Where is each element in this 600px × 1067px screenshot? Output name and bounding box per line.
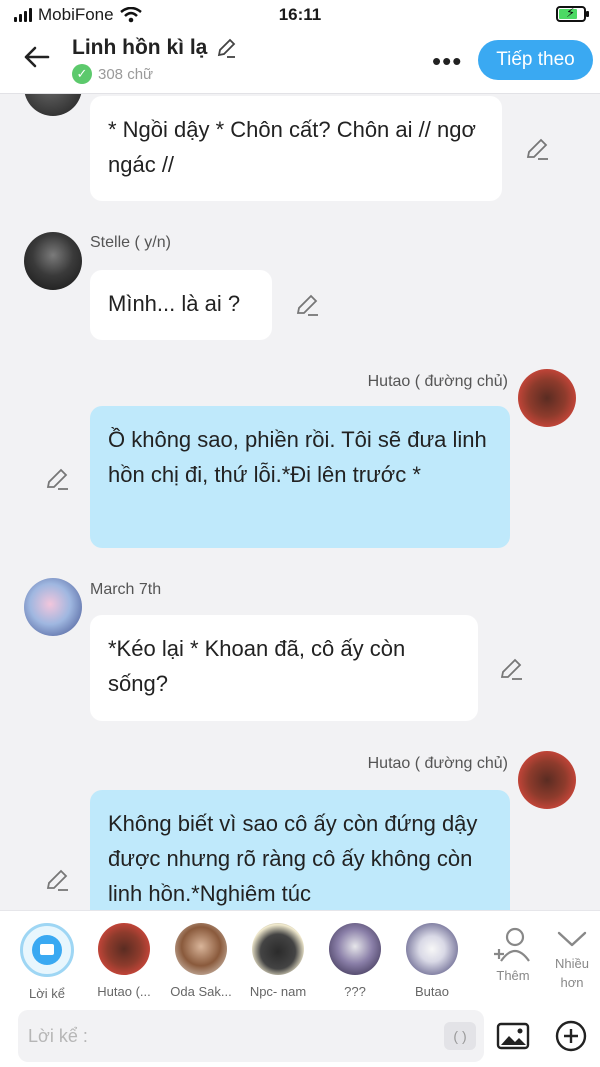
edit-message-icon[interactable] <box>44 466 70 492</box>
character-label: Oda Sak... <box>170 984 232 999</box>
character-hutao[interactable]: Hutao (... <box>87 923 161 999</box>
character-butao[interactable]: Butao <box>395 923 469 999</box>
next-button[interactable]: Tiếp theo <box>478 40 593 80</box>
edit-message-icon[interactable] <box>44 867 70 893</box>
character-selector: Lời kể Hutao (... Oda Sak... Npc- nam ??… <box>0 910 600 1002</box>
character-narrator[interactable]: Lời kể <box>10 923 84 1001</box>
pencil-icon[interactable] <box>215 37 237 59</box>
message-bubble: Mình... là ai ? <box>90 270 272 340</box>
avatar-stelle[interactable] <box>24 232 82 290</box>
character-avatar <box>252 923 304 975</box>
add-person-icon <box>494 927 530 962</box>
clock: 16:11 <box>278 5 322 24</box>
add-icon[interactable] <box>555 1020 587 1052</box>
avatar-march-7th[interactable] <box>24 578 82 636</box>
message-bubble: * Ngồi dậy * Chôn cất? Chôn ai // ngơ ng… <box>90 96 502 201</box>
character-npc-nam[interactable]: Npc- nam <box>241 923 315 999</box>
chat-area[interactable]: * Ngồi dậy * Chôn cất? Chôn ai // ngơ ng… <box>0 94 600 910</box>
character-label: Npc- nam <box>249 984 307 999</box>
story-title[interactable]: Linh hồn kì lạ <box>72 36 207 60</box>
character-avatar <box>329 923 381 975</box>
character-label: Hutao (... <box>97 984 151 999</box>
status-bar: MobiFone 16:11 ⚡ <box>0 0 600 30</box>
sender-name: Hutao ( đường chủ) <box>367 373 508 390</box>
message-bubble: *Kéo lại * Khoan đã, cô ấy còn sống? <box>90 615 478 721</box>
avatar-hutao[interactable] <box>518 751 576 809</box>
battery-icon: ⚡ <box>556 5 589 22</box>
character-unknown[interactable]: ??? <box>318 923 392 999</box>
character-label: Lời kể <box>29 986 65 1001</box>
sender-name: Hutao ( đường chủ) <box>367 755 508 772</box>
edit-message-icon[interactable] <box>524 136 550 162</box>
parenthesis-button[interactable]: ( ) <box>444 1022 476 1050</box>
message-bubble: Ồ không sao, phiền rồi. Tôi sẽ đưa linh … <box>90 406 510 548</box>
more-label-line-1: Nhiều <box>555 956 589 971</box>
character-avatar <box>98 923 150 975</box>
word-count: 308 chữ <box>98 65 154 83</box>
add-label: Thêm <box>496 968 530 983</box>
avatar <box>24 94 82 116</box>
edit-message-icon[interactable] <box>294 292 320 318</box>
add-character-button[interactable]: Thêm <box>490 925 536 983</box>
narrator-icon <box>20 923 74 977</box>
image-icon[interactable] <box>496 1022 530 1050</box>
avatar-hutao[interactable] <box>518 369 576 427</box>
character-oda-sakunosuke[interactable]: Oda Sak... <box>164 923 238 999</box>
character-avatar <box>175 923 227 975</box>
character-label: Butao <box>415 984 449 999</box>
top-bar: Linh hồn kì lạ ✓ 308 chữ ••• Tiếp theo <box>0 30 600 94</box>
sender-name: Stelle ( y/n) <box>90 234 171 251</box>
composer: ( ) <box>0 1002 600 1067</box>
edit-message-icon[interactable] <box>498 656 524 682</box>
message-input[interactable] <box>28 1010 428 1062</box>
more-options-icon[interactable]: ••• <box>432 46 462 77</box>
message-field: ( ) <box>18 1010 484 1062</box>
character-avatar <box>406 923 458 975</box>
character-label: ??? <box>344 984 366 999</box>
story-title-block: Linh hồn kì lạ ✓ 308 chữ <box>72 36 237 84</box>
message-bubble: Không biết vì sao cô ấy còn đứng dậy đượ… <box>90 790 510 910</box>
more-characters-button[interactable]: Nhiều hơn <box>548 925 596 990</box>
chevron-down-icon <box>557 931 587 947</box>
check-icon: ✓ <box>72 64 92 84</box>
sender-name: March 7th <box>90 581 162 598</box>
back-arrow-icon[interactable] <box>22 42 58 78</box>
more-label-line-2: hơn <box>560 975 584 990</box>
